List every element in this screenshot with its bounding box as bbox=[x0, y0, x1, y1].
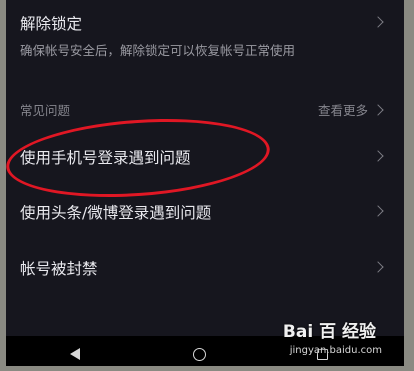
chevron-right-icon bbox=[372, 150, 384, 162]
unlock-row[interactable]: 解除锁定 确保帐号安全后，解除锁定可以恢复帐号正常使用 bbox=[6, 0, 404, 78]
faq-item-label: 帐号被封禁 bbox=[20, 260, 98, 278]
unlock-subtitle: 确保帐号安全后，解除锁定可以恢复帐号正常使用 bbox=[20, 43, 296, 58]
chevron-right-icon bbox=[372, 16, 384, 28]
screen: 解除锁定 确保帐号安全后，解除锁定可以恢复帐号正常使用 常见问题 查看更多 使用… bbox=[6, 0, 404, 366]
faq-item-label: 使用手机号登录遇到问题 bbox=[20, 149, 191, 167]
faq-header: 常见问题 bbox=[20, 103, 71, 118]
nav-back-icon[interactable] bbox=[70, 348, 80, 360]
watermark-brand: Bai 百 经验 bbox=[282, 322, 376, 342]
faq-item-phone-login[interactable]: 使用手机号登录遇到问题 bbox=[6, 134, 404, 180]
nav-home-icon[interactable] bbox=[193, 348, 206, 361]
watermark-url: jingyan.baidu.com bbox=[289, 345, 382, 356]
faq-item-label: 使用头条/微博登录遇到问题 bbox=[20, 204, 212, 222]
unlock-title: 解除锁定 bbox=[20, 15, 83, 33]
chevron-right-icon bbox=[372, 205, 384, 217]
faq-item-toutiao-weibo-login[interactable]: 使用头条/微博登录遇到问题 bbox=[6, 190, 404, 236]
faq-header-row: 常见问题 查看更多 bbox=[6, 92, 404, 124]
chevron-right-icon[interactable] bbox=[372, 104, 384, 116]
chevron-right-icon bbox=[372, 261, 384, 273]
see-more-link[interactable]: 查看更多 bbox=[318, 100, 368, 119]
faq-item-account-banned[interactable]: 帐号被封禁 bbox=[6, 246, 404, 292]
